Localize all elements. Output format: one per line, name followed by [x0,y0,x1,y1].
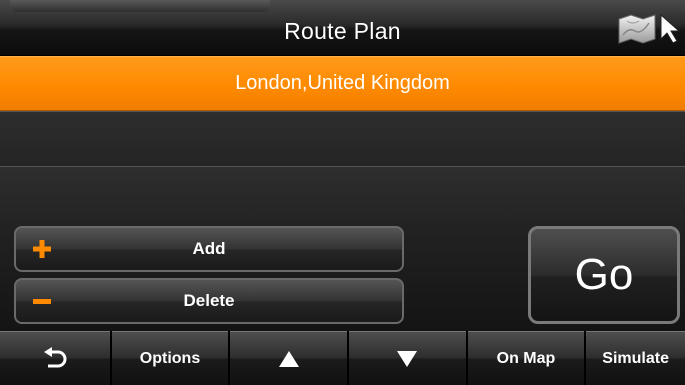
go-button-label: Go [574,250,634,299]
add-button[interactable]: Add [14,226,404,272]
simulate-button-label: Simulate [602,349,669,367]
title-bar: Route Plan [0,0,685,56]
title-tab-decoration [10,0,270,12]
page-title: Route Plan [284,18,401,44]
add-button-label: Add [192,239,226,258]
back-button[interactable] [0,331,110,385]
route-item-empty[interactable] [0,166,685,221]
move-up-button[interactable] [230,331,347,385]
control-area: Add Delete Go [0,221,685,331]
plus-icon [16,238,68,260]
simulate-button[interactable]: Simulate [586,331,685,385]
route-item-empty[interactable] [0,111,685,166]
options-button-label: Options [139,349,201,367]
delete-button[interactable]: Delete [14,278,404,324]
options-button[interactable]: Options [111,331,229,385]
route-item-selected[interactable]: London,United Kingdom [0,56,685,111]
on-map-button-label: On Map [496,349,556,367]
map-with-cursor-icon [618,13,681,44]
minus-icon [16,290,68,312]
triangle-down-icon [397,350,418,367]
route-item-label: London,United Kingdom [235,72,450,94]
back-arrow-icon [43,346,67,367]
map-button[interactable] [613,8,681,50]
triangle-up-icon [278,350,299,367]
delete-button-label: Delete [183,291,235,310]
route-list: London,United Kingdom [0,56,685,221]
move-down-button[interactable] [348,331,466,385]
bottom-toolbar: Options On Map Simulate [0,331,685,385]
on-map-button[interactable]: On Map [467,331,585,385]
go-button[interactable]: Go [528,226,680,324]
